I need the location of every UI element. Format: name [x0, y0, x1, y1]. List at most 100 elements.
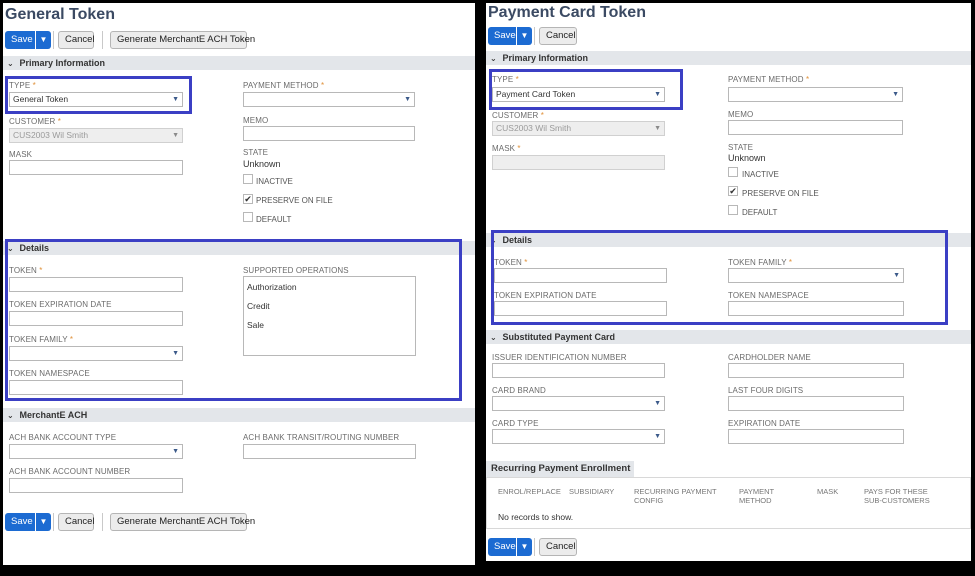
chevron-down-icon: ⌄ [7, 244, 14, 253]
token-expiration-date-label: TOKEN EXPIRATION DATE [9, 300, 112, 309]
type-select[interactable]: Payment Card Token ▼ [492, 87, 665, 102]
payment-method-select[interactable]: ▼ [728, 87, 903, 102]
card-brand-select[interactable]: ▼ [492, 396, 665, 411]
section-details[interactable]: ⌄ Details [486, 233, 971, 247]
token-family-label: TOKEN FAMILY * [9, 335, 74, 344]
operation-option[interactable]: Credit [247, 301, 270, 311]
toolbar-divider [53, 513, 54, 531]
save-label: Save [494, 541, 516, 552]
ach-routing-number-input[interactable] [243, 444, 416, 459]
memo-label: MEMO [728, 110, 754, 119]
token-expiration-date-input[interactable] [494, 301, 667, 316]
generate-ach-token-button[interactable]: Generate MerchantE ACH Token [110, 31, 255, 49]
page-title: Payment Card Token [488, 4, 646, 21]
cancel-button-bottom[interactable]: Cancel [58, 513, 95, 531]
token-namespace-input[interactable] [9, 380, 183, 395]
payment-method-label: PAYMENT METHOD * [243, 81, 325, 90]
generate-ach-token-button-bottom[interactable]: Generate MerchantE ACH Token [110, 513, 255, 531]
column-header[interactable]: ENROL/REPLACE [498, 487, 561, 496]
dropdown-arrow-icon: ▼ [893, 272, 900, 279]
last-four-digits-input[interactable] [728, 396, 904, 411]
section-details[interactable]: ⌄ Details [3, 241, 475, 255]
default-checkbox[interactable] [243, 212, 253, 222]
inactive-checkbox[interactable] [243, 174, 253, 184]
dropdown-arrow-icon: ▼ [404, 96, 411, 103]
save-options-chevron-icon[interactable]: ▼ [516, 538, 532, 556]
token-family-select[interactable]: ▼ [9, 346, 183, 361]
token-input[interactable] [494, 268, 667, 283]
ach-account-type-select[interactable]: ▼ [9, 444, 183, 459]
column-header[interactable]: SUBSIDIARY [569, 487, 614, 496]
section-substituted-payment-card[interactable]: ⌄ Substituted Payment Card [486, 330, 971, 344]
ach-routing-number-label: ACH BANK TRANSIT/ROUTING NUMBER [243, 433, 400, 442]
cancel-button-bottom[interactable]: Cancel [539, 538, 577, 556]
save-button-bottom[interactable]: Save ▼ [488, 538, 532, 556]
dropdown-arrow-icon: ▼ [172, 132, 179, 139]
token-namespace-input[interactable] [728, 301, 904, 316]
supported-operations-list[interactable]: Authorization Credit Sale [243, 276, 416, 356]
state-label: STATE [728, 143, 754, 152]
column-header[interactable]: PAYS FOR THESE SUB-CUSTOMERS [864, 487, 946, 505]
empty-table-message: No records to show. [498, 512, 574, 522]
recurring-payment-table: ENROL/REPLACE SUBSIDIARY RECURRING PAYME… [486, 477, 971, 529]
save-options-chevron-icon[interactable]: ▼ [35, 31, 51, 49]
checkmark-icon: ✔ [729, 186, 737, 196]
inactive-checkbox[interactable] [728, 167, 738, 177]
column-header[interactable]: RECURRING PAYMENT CONFIG [634, 487, 719, 505]
section-title: Details [502, 235, 533, 245]
save-button[interactable]: Save ▼ [5, 31, 51, 49]
save-button[interactable]: Save ▼ [488, 27, 532, 45]
preserve-on-file-label: PRESERVE ON FILE [256, 196, 333, 205]
memo-input[interactable] [728, 120, 903, 135]
payment-method-select[interactable]: ▼ [243, 92, 415, 107]
cardholder-name-input[interactable] [728, 363, 904, 378]
save-options-chevron-icon[interactable]: ▼ [516, 27, 532, 45]
checkmark-icon: ✔ [244, 194, 252, 204]
memo-label: MEMO [243, 116, 269, 125]
default-checkbox[interactable] [728, 205, 738, 215]
customer-value: CUS2003 Wil Smith [13, 130, 89, 140]
token-family-select[interactable]: ▼ [728, 268, 904, 283]
preserve-on-file-checkbox[interactable]: ✔ [728, 186, 738, 196]
section-primary-information[interactable]: ⌄ Primary Information [3, 56, 475, 70]
ach-account-number-input[interactable] [9, 478, 183, 493]
customer-label: CUSTOMER * [9, 117, 61, 126]
token-namespace-label: TOKEN NAMESPACE [9, 369, 90, 378]
operation-option[interactable]: Authorization [247, 282, 297, 292]
ach-account-number-label: ACH BANK ACCOUNT NUMBER [9, 467, 131, 476]
mask-label: MASK * [492, 144, 521, 153]
token-input[interactable] [9, 277, 183, 292]
dropdown-arrow-icon: ▼ [892, 91, 899, 98]
type-select[interactable]: General Token ▼ [9, 92, 183, 107]
customer-label: CUSTOMER * [492, 111, 544, 120]
type-label: TYPE * [492, 75, 519, 84]
mask-input[interactable] [9, 160, 183, 175]
column-header[interactable]: PAYMENT METHOD [739, 487, 789, 505]
tab-recurring-payment-enrollment[interactable]: Recurring Payment Enrollment [486, 461, 634, 477]
general-token-form: General Token Save ▼ Cancel Generate Mer… [3, 3, 475, 565]
dropdown-arrow-icon: ▼ [172, 96, 179, 103]
cancel-button[interactable]: Cancel [58, 31, 95, 49]
memo-input[interactable] [243, 126, 415, 141]
section-merchante-ach[interactable]: ⌄ MerchantE ACH [3, 408, 475, 422]
cancel-button[interactable]: Cancel [539, 27, 577, 45]
chevron-down-icon: ⌄ [490, 236, 497, 245]
card-type-select[interactable]: ▼ [492, 429, 665, 444]
token-expiration-date-input[interactable] [9, 311, 183, 326]
card-brand-label: CARD BRAND [492, 386, 546, 395]
save-options-chevron-icon[interactable]: ▼ [35, 513, 51, 531]
column-header[interactable]: MASK [817, 487, 838, 496]
expiration-date-input[interactable] [728, 429, 904, 444]
preserve-on-file-checkbox[interactable]: ✔ [243, 194, 253, 204]
save-button-bottom[interactable]: Save ▼ [5, 513, 51, 531]
section-primary-information[interactable]: ⌄ Primary Information [486, 51, 971, 65]
token-label: TOKEN * [9, 266, 43, 275]
inactive-label: INACTIVE [742, 170, 779, 179]
token-namespace-label: TOKEN NAMESPACE [728, 291, 809, 300]
save-label: Save [11, 34, 33, 45]
chevron-down-icon: ⌄ [490, 333, 497, 342]
operation-option[interactable]: Sale [247, 320, 264, 330]
issuer-identification-number-input[interactable] [492, 363, 665, 378]
section-title: Primary Information [19, 58, 106, 68]
expiration-date-label: EXPIRATION DATE [728, 419, 801, 428]
